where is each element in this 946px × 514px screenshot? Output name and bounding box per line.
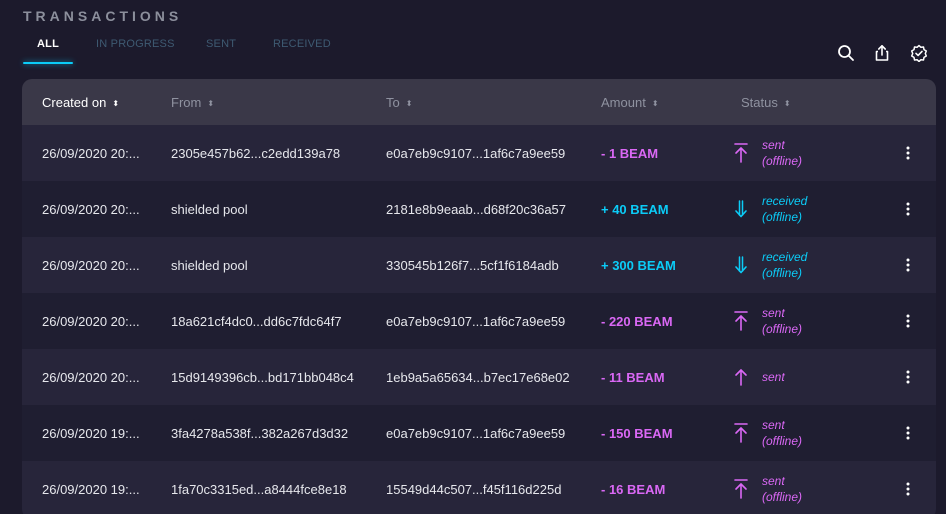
column-label: To [386, 95, 400, 110]
more-options-icon[interactable] [898, 479, 918, 499]
sort-icon: ⬍ [651, 99, 659, 108]
column-label: From [171, 95, 202, 110]
more-options-icon[interactable] [898, 255, 918, 275]
status-sublabel: (offline) [762, 434, 803, 448]
status-text: sent (offline) [762, 137, 802, 169]
to-cell: e0a7eb9c9107...1af6c7a9ee59 [386, 314, 566, 329]
more-options-icon[interactable] [898, 423, 918, 443]
status-label: received [762, 194, 808, 208]
received-offline-icon [731, 254, 751, 276]
table-header: Created on ⬍ From ⬍ To ⬍ Amount ⬍ Status ⬍ [22, 79, 936, 125]
sent-offline-icon [731, 142, 751, 164]
status-text: sent (offline) [762, 417, 802, 449]
amount-cell: - 11 BEAM [601, 370, 665, 385]
from-cell: 1fa70c3315ed...a8444fce8e18 [171, 482, 347, 497]
status-text: received (offline) [762, 193, 807, 225]
status-label: sent [762, 370, 785, 384]
status-sublabel: (offline) [762, 210, 803, 224]
table-row[interactable]: 26/09/2020 19:... 1fa70c3315ed...a8444fc… [22, 461, 936, 514]
from-cell: 3fa4278a538f...382a267d3d32 [171, 426, 349, 441]
status-sublabel: (offline) [762, 490, 803, 504]
sent-offline-icon [731, 310, 751, 332]
to-cell: e0a7eb9c9107...1af6c7a9ee59 [386, 426, 566, 441]
export-icon[interactable] [871, 42, 893, 64]
created-on-cell: 26/09/2020 20:... [42, 258, 140, 273]
created-on-cell: 26/09/2020 20:... [42, 146, 140, 161]
tab-sent[interactable]: SENT [206, 38, 236, 64]
column-header-created-on[interactable]: Created on ⬍ [42, 95, 119, 110]
from-cell: shielded pool [171, 258, 248, 273]
more-options-icon[interactable] [898, 143, 918, 163]
status-text: received (offline) [762, 249, 807, 281]
search-icon[interactable] [835, 42, 857, 64]
amount-cell: + 40 BEAM [601, 202, 669, 217]
more-options-icon[interactable] [898, 199, 918, 219]
status-sublabel: (offline) [762, 154, 803, 168]
column-header-amount[interactable]: Amount ⬍ [601, 95, 659, 110]
column-header-status[interactable]: Status ⬍ [741, 95, 791, 110]
sort-icon: ⬍ [112, 99, 120, 108]
table-row[interactable]: 26/09/2020 20:... shielded pool 2181e8b9… [22, 181, 936, 237]
tab-in-progress[interactable]: IN PROGRESS [96, 38, 175, 64]
from-cell: 2305e457b62...c2edd139a78 [171, 146, 341, 161]
amount-cell: - 16 BEAM [601, 482, 666, 497]
sent-offline-icon [731, 478, 751, 500]
status-sublabel: (offline) [762, 266, 803, 280]
more-options-icon[interactable] [898, 311, 918, 331]
status-text: sent [762, 369, 785, 385]
received-offline-icon [731, 198, 751, 220]
column-label: Amount [601, 95, 646, 110]
column-header-to[interactable]: To ⬍ [386, 95, 412, 110]
created-on-cell: 26/09/2020 20:... [42, 370, 140, 385]
to-cell: 15549d44c507...f45f116d225d [386, 482, 562, 497]
status-text: sent (offline) [762, 473, 802, 505]
tab-all[interactable]: ALL [23, 38, 73, 64]
transactions-table: Created on ⬍ From ⬍ To ⬍ Amount ⬍ Status ⬍ 26… [22, 79, 936, 514]
created-on-cell: 26/09/2020 19:... [42, 482, 140, 497]
status-label: received [762, 250, 808, 264]
column-label: Status [741, 95, 778, 110]
sort-icon: ⬍ [783, 99, 791, 108]
to-cell: e0a7eb9c9107...1af6c7a9ee59 [386, 146, 566, 161]
from-cell: 15d9149396cb...bd171bb048c4 [171, 370, 354, 385]
more-options-icon[interactable] [898, 367, 918, 387]
sent-offline-icon [731, 422, 751, 444]
proof-icon[interactable] [908, 42, 930, 64]
amount-cell: - 150 BEAM [601, 426, 673, 441]
table-row[interactable]: 26/09/2020 20:... 15d9149396cb...bd171bb… [22, 349, 936, 405]
sort-icon: ⬍ [207, 99, 215, 108]
status-label: sent [762, 418, 785, 432]
created-on-cell: 26/09/2020 20:... [42, 202, 140, 217]
from-cell: 18a621cf4dc0...dd6c7fdc64f7 [171, 314, 342, 329]
status-label: sent [762, 474, 785, 488]
table-row[interactable]: 26/09/2020 20:... shielded pool 330545b1… [22, 237, 936, 293]
column-label: Created on [42, 95, 107, 110]
page-title: TRANSACTIONS [23, 8, 183, 24]
table-row[interactable]: 26/09/2020 19:... 3fa4278a538f...382a267… [22, 405, 936, 461]
to-cell: 2181e8b9eaab...d68f20c36a57 [386, 202, 567, 217]
table-row[interactable]: 26/09/2020 20:... 2305e457b62...c2edd139… [22, 125, 936, 181]
status-sublabel: (offline) [762, 322, 803, 336]
from-cell: shielded pool [171, 202, 248, 217]
amount-cell: + 300 BEAM [601, 258, 676, 273]
tab-received[interactable]: RECEIVED [273, 38, 331, 64]
created-on-cell: 26/09/2020 20:... [42, 314, 140, 329]
sent-icon [731, 366, 751, 388]
to-cell: 1eb9a5a65634...b7ec17e68e02 [386, 370, 570, 385]
sort-icon: ⬍ [405, 99, 413, 108]
table-row[interactable]: 26/09/2020 20:... 18a621cf4dc0...dd6c7fd… [22, 293, 936, 349]
amount-cell: - 220 BEAM [601, 314, 673, 329]
to-cell: 330545b126f7...5cf1f6184adb [386, 258, 559, 273]
created-on-cell: 26/09/2020 19:... [42, 426, 140, 441]
status-label: sent [762, 138, 785, 152]
status-text: sent (offline) [762, 305, 802, 337]
amount-cell: - 1 BEAM [601, 146, 659, 161]
column-header-from[interactable]: From ⬍ [171, 95, 214, 110]
status-label: sent [762, 306, 785, 320]
